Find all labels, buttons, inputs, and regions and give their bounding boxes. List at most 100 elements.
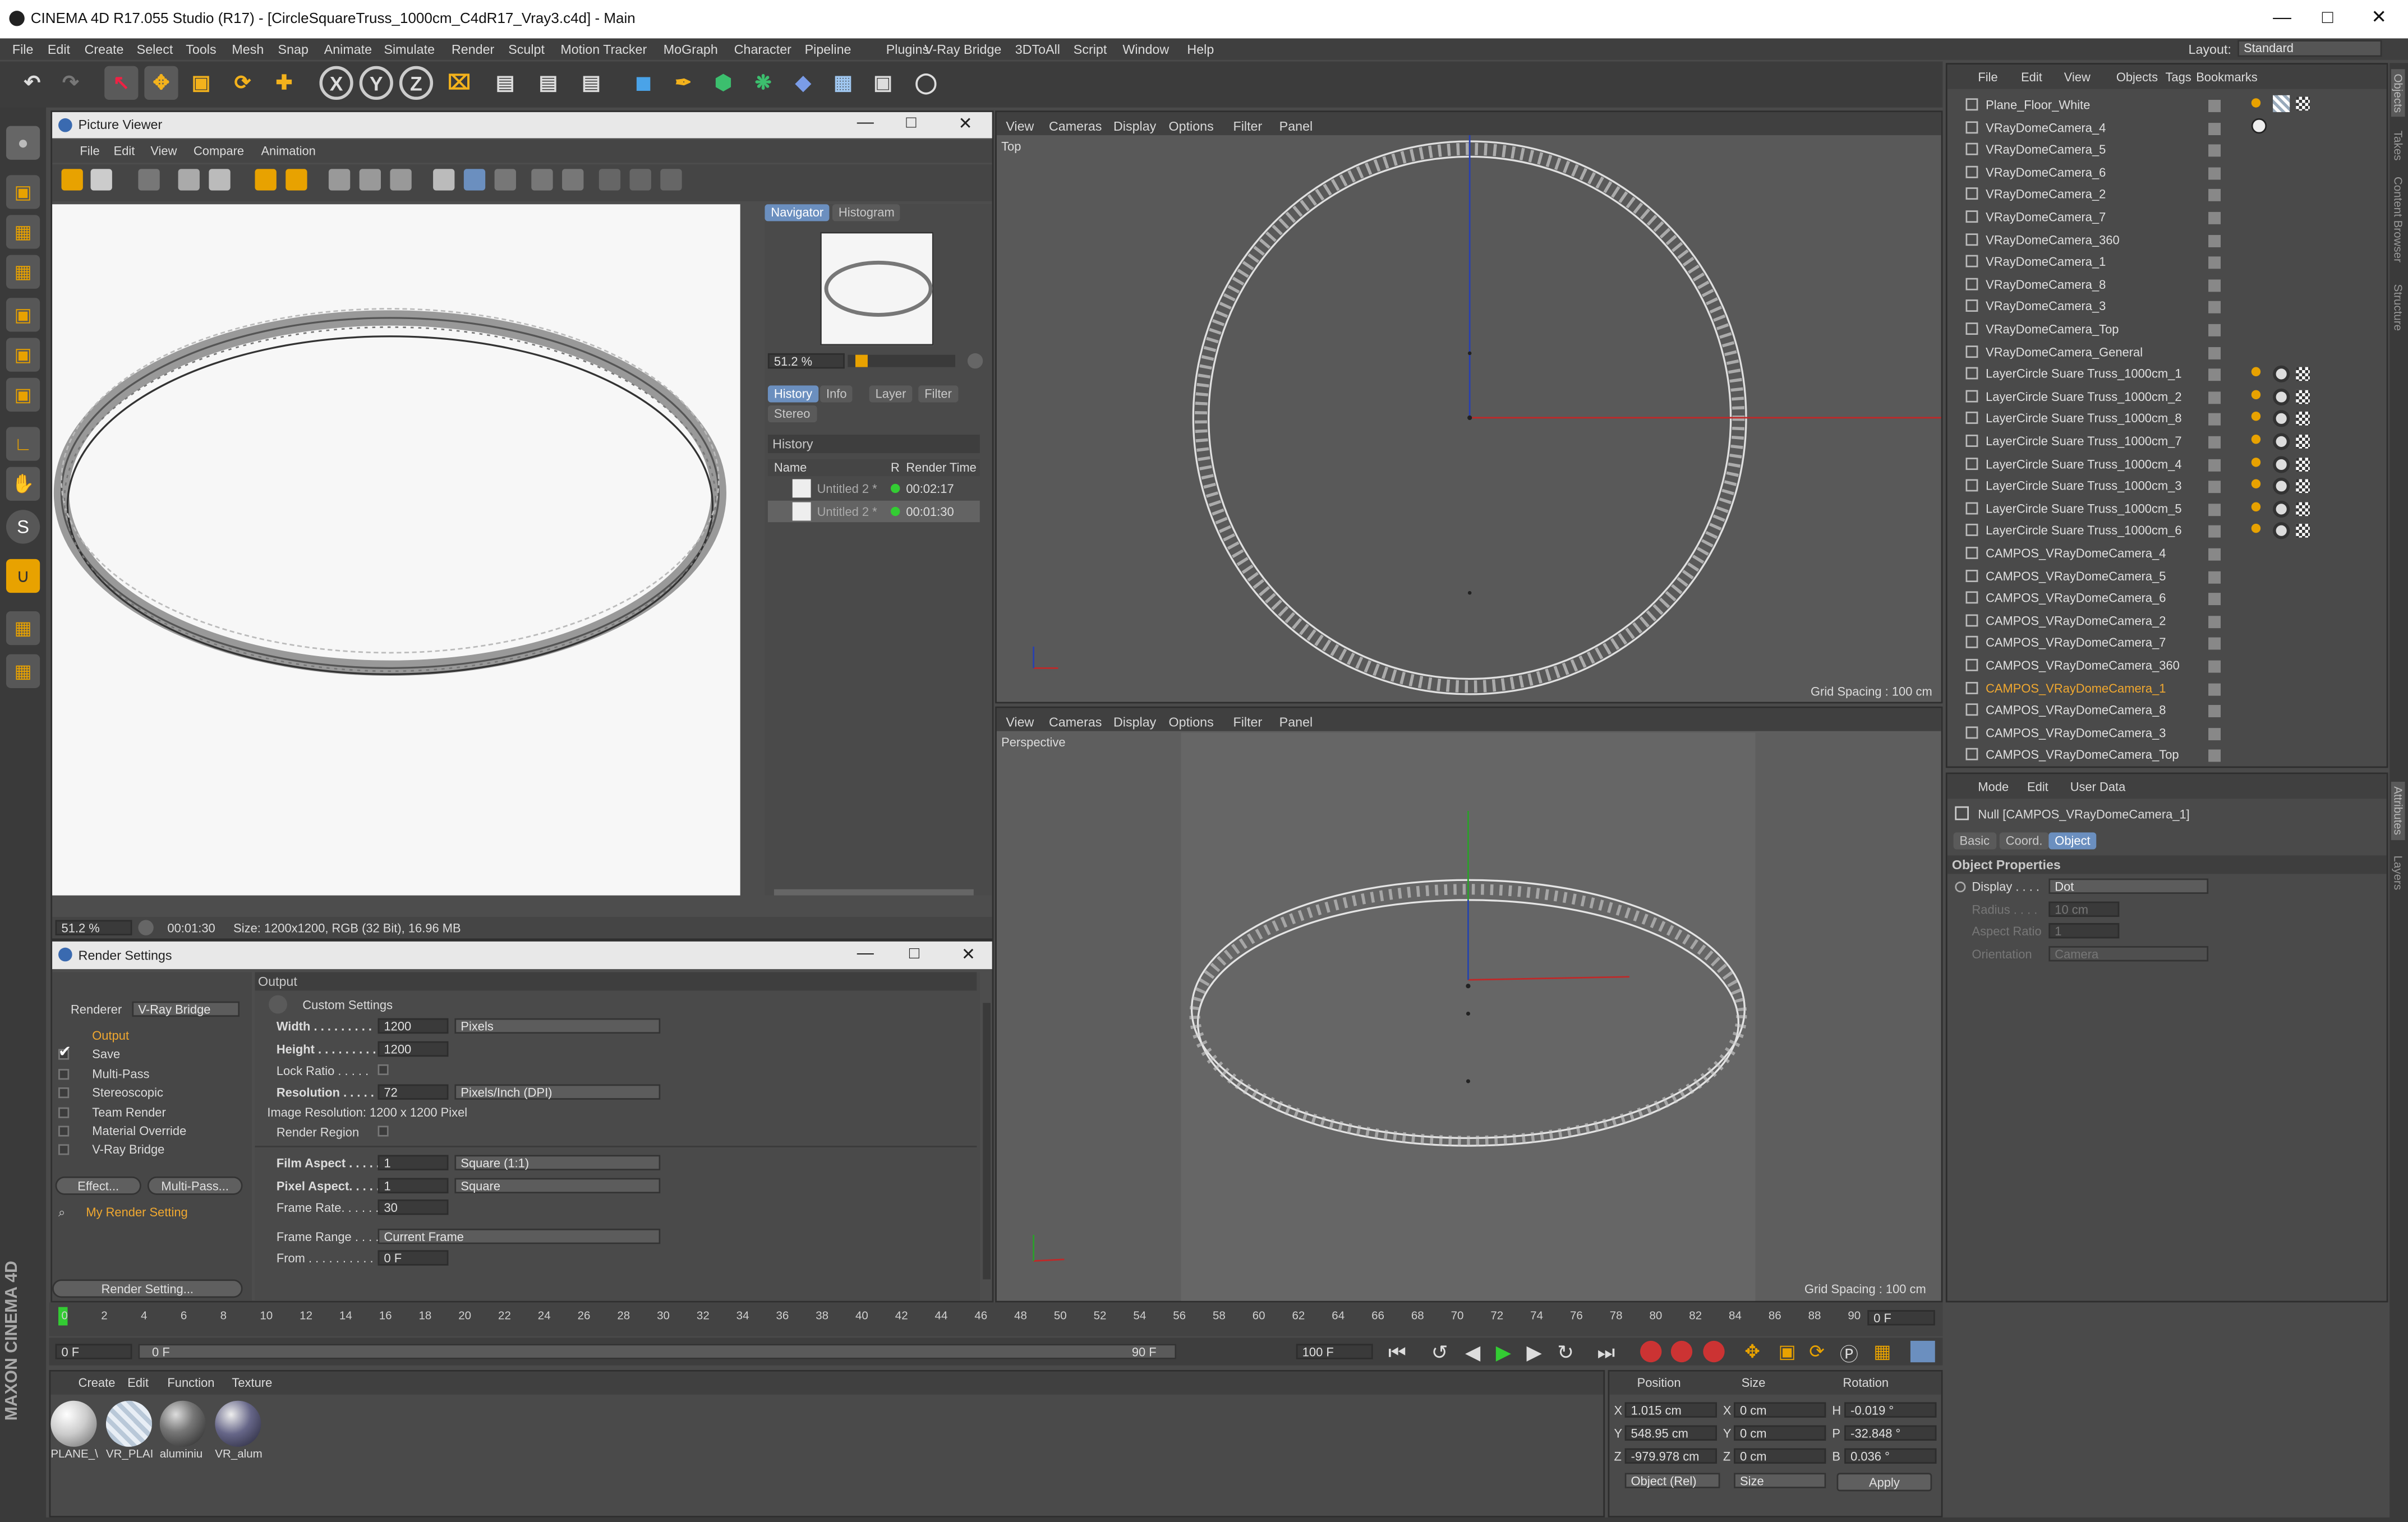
pos-z-field[interactable]: -979.978 cm [1624,1448,1717,1464]
layer-visibility-icon[interactable] [2208,100,2221,112]
display-anim-icon[interactable] [1955,882,1966,893]
layer-visibility-icon[interactable] [2208,458,2221,471]
material-vr-aluminium[interactable] [215,1400,261,1447]
keyframe-selection-icon[interactable] [1703,1340,1725,1363]
prev-key-icon[interactable]: ↺ [1431,1341,1448,1366]
planar-workplane-icon[interactable]: ▦ [6,654,40,688]
om-menu-view[interactable]: View [2064,71,2091,85]
lock-workplane-icon[interactable]: ▦ [6,611,40,645]
end-frame-field[interactable]: 100 F [1296,1344,1373,1359]
render-picture-viewer-icon[interactable]: ▤ [531,66,565,100]
layer-visibility-icon[interactable] [2208,413,2221,426]
material-vr-plane[interactable] [105,1400,153,1447]
object-list-item[interactable]: VRayDomeCamera_7 [1965,207,2227,229]
tab-info[interactable]: Info [820,385,853,403]
render-region-checkbox[interactable] [377,1126,389,1137]
magnet-icon[interactable]: ∪ [6,559,40,593]
b-icon[interactable] [562,169,584,191]
om-menu-file[interactable]: File [1978,71,1997,85]
material-menu-function[interactable]: Function [167,1376,214,1390]
step-forward-icon[interactable]: ▶ [1526,1341,1541,1366]
texture-tag-icon[interactable] [2296,479,2310,494]
viewport-menu-options[interactable]: Options [1169,118,1214,133]
material-menu-create[interactable]: Create [79,1376,116,1390]
object-list-item[interactable]: VRayDomeCamera_8 [1965,275,2227,296]
pv-menu-view[interactable]: View [150,144,177,158]
region-icon[interactable] [255,169,277,191]
object-list-item[interactable]: CAMPOS_VRayDomeCamera_6 [1965,588,2227,610]
object-list-item[interactable]: VRayDomeCamera_360 [1965,230,2227,251]
menu-item-help[interactable]: Help [1187,41,1214,57]
multipass-button[interactable]: Multi-Pass... [147,1176,243,1195]
material-tag-icon[interactable] [2273,433,2290,450]
menu-item-file[interactable]: File [12,41,34,57]
rs-item-checkbox[interactable] [58,1145,70,1156]
layer-visibility-icon[interactable] [2208,189,2221,202]
layer-visibility-icon[interactable] [2208,705,2221,718]
layer-visibility-icon[interactable] [2208,279,2221,292]
render-canvas[interactable] [52,204,740,896]
viewport-menu-panel[interactable]: Panel [1279,714,1313,729]
menu-item-snap[interactable]: Snap [278,41,309,57]
camera-icon[interactable]: ▣ [866,66,900,100]
om-menu-tags[interactable]: Tags [2165,71,2191,85]
snap-icon[interactable]: S [6,510,40,544]
object-list-item[interactable]: LayerCircle Suare Truss_1000cm_7 [1965,432,2227,453]
object-list-item[interactable]: LayerCircle Suare Truss_1000cm_5 [1965,499,2227,520]
timeline-window-icon[interactable] [1910,1340,1935,1363]
side-tab-takes[interactable]: Takes [2391,131,2405,161]
rs-minimize-icon[interactable]: — [857,944,874,963]
zoom-arrow-icon[interactable] [967,353,983,369]
rot-b-field[interactable]: 0.036 ° [1844,1448,1937,1464]
menu-item-select[interactable]: Select [137,41,173,57]
size-mode-select[interactable]: Size [1734,1473,1826,1488]
object-list-item[interactable]: CAMPOS_VRayDomeCamera_1 [1965,678,2227,699]
object-list-item[interactable]: VRayDomeCamera_5 [1965,140,2227,162]
texture-tag-icon[interactable] [2296,457,2310,471]
texture-tag-icon[interactable] [2296,524,2310,538]
display-select[interactable]: Dot [2048,878,2209,894]
layer-visibility-icon[interactable] [2208,368,2221,381]
tab-stereo[interactable]: Stereo [767,405,817,423]
cube-icon[interactable]: ◼ [627,66,660,100]
layer-visibility-icon[interactable] [2208,391,2221,404]
render-settings-icon[interactable]: ▤ [574,66,608,100]
rs-item-material-override[interactable]: Material Override [92,1124,186,1138]
rotate-tool-icon[interactable]: ⟳ [225,66,259,100]
menu-item-script[interactable]: Script [1074,41,1107,57]
texture-tag-icon[interactable] [2296,96,2310,111]
object-list-item[interactable]: VRayDomeCamera_General [1965,342,2227,363]
menu-item-simulate[interactable]: Simulate [384,41,435,57]
side-tab-content-browser[interactable]: Content Browser [2391,177,2405,262]
menu-item-pipeline[interactable]: Pipeline [805,41,851,57]
size-y-field[interactable]: 0 cm [1734,1425,1826,1441]
side-tab-structure[interactable]: Structure [2391,284,2405,331]
pos-x-field[interactable]: 1.015 cm [1624,1402,1717,1418]
object-list-item[interactable]: LayerCircle Suare Truss_1000cm_4 [1965,454,2227,476]
menu-item-animate[interactable]: Animate [324,41,372,57]
compare-ab-icon[interactable] [494,169,516,191]
size-x-field[interactable]: 0 cm [1734,1402,1826,1418]
width-field[interactable]: 1200 [377,1018,449,1034]
lock-ratio-checkbox[interactable] [377,1064,389,1076]
layer-visibility-icon[interactable] [2208,256,2221,269]
attr-menu-edit[interactable]: Edit [2027,780,2048,794]
layout-select[interactable]: Standard [2237,40,2382,57]
subdivision-icon[interactable]: ⬢ [706,66,740,100]
polygons-mode-icon[interactable]: ▣ [6,377,40,412]
object-list-item[interactable]: VRayDomeCamera_6 [1965,163,2227,184]
undo-icon[interactable]: ↶ [15,66,49,100]
menu-item-mesh[interactable]: Mesh [232,41,264,57]
render-view-icon[interactable]: ▤ [489,66,522,100]
object-list-item[interactable]: LayerCircle Suare Truss_1000cm_1 [1965,365,2227,386]
menu-item-window[interactable]: Window [1122,41,1169,57]
tab-coord[interactable]: Coord. [1999,832,2049,850]
tab-histogram[interactable]: Histogram [832,204,901,222]
viewport-menu-filter[interactable]: Filter [1233,714,1263,729]
floor-icon[interactable]: ▦ [826,66,860,100]
layer-visibility-icon[interactable] [2208,503,2221,516]
om-menu-bookmarks[interactable]: Bookmarks [2196,71,2258,85]
om-menu-objects[interactable]: Objects [2116,71,2158,85]
zoom-slider[interactable] [848,354,955,367]
menu-item-plugins[interactable]: Plugins [886,41,929,57]
